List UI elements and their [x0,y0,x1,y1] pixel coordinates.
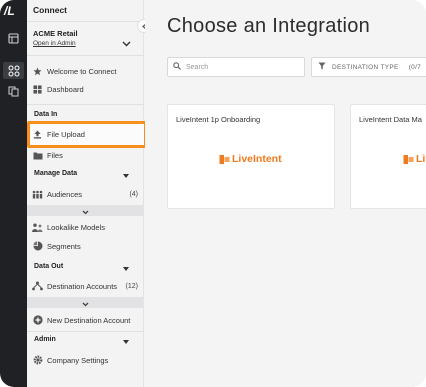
card-title: LiveIntent 1p Onboarding [176,115,261,124]
filter-count: (0/7 [408,63,422,71]
section-data-in: Data In [34,111,58,118]
sidebar-item-label: Lookalike Models [47,222,105,232]
integration-card[interactable]: LiveIntent Data Ma Liv [350,104,426,209]
liveintent-mark-icon [219,154,230,165]
expand-audiences-button[interactable] [27,205,143,216]
sidebar-item-company-settings[interactable]: Company Settings [27,351,143,369]
dashboard-icon [32,84,43,95]
sidebar-item-label: Welcome to Connect [47,66,117,76]
liveintent-logo: LiveIntent [219,153,282,165]
open-in-admin-link[interactable]: Open in Admin [33,40,76,47]
app-window: /L Connect ACME Retail Open in Admin Wel… [0,0,426,387]
org-name: ACME Retail [33,29,78,38]
divider [27,104,143,105]
page-title: Choose an Integration [167,15,371,37]
sidebar-item-audiences[interactable]: Audiences (4) [27,185,143,203]
main-content: Choose an Integration Search DESTINATION… [145,0,426,387]
sidebar-item-label: Company Settings [47,355,109,365]
sidebar-item-dashboard[interactable]: Dashboard [27,80,143,98]
sidebar-item-lookalike-models[interactable]: Lookalike Models [27,218,143,236]
chevron-down-icon[interactable] [122,34,131,52]
folder-icon [32,150,43,161]
expand-destinations-button[interactable] [27,297,143,308]
sidebar-item-label: Files [47,150,63,160]
brand-name: Liv [416,153,426,165]
divider [27,55,143,56]
gear-icon [32,355,43,366]
chevron-down-icon [82,202,89,220]
star-icon [32,66,43,77]
liveintent-logo: Liv [403,153,426,165]
sidebar-item-label: Segments [47,241,81,251]
filter-icon [318,62,326,72]
card-title: LiveIntent Data Ma [359,115,422,124]
connect-icon[interactable] [3,62,24,79]
sidebar-title: Connect [33,5,67,15]
destination-type-filter[interactable]: DESTINATION TYPE (0/7 [311,57,426,77]
sidebar-item-new-destination-account[interactable]: New Destination Account [27,311,143,329]
database-icon[interactable] [7,32,20,45]
sidebar-item-segments[interactable]: Segments [27,237,143,255]
upload-icon [32,129,43,140]
sidebar-item-label: File Upload [47,129,85,139]
liveintent-mark-icon [403,154,414,165]
sidebar-item-label: Destination Accounts [47,281,118,291]
sidebar-item-label: Dashboard [47,84,84,94]
sidebar-item-welcome[interactable]: Welcome to Connect [27,62,143,80]
divider [27,21,143,22]
app-rail: /L [0,0,27,387]
lookalike-icon [32,222,43,233]
brand-name: LiveIntent [232,153,282,165]
sidebar-item-label: Audiences [47,189,83,199]
destination-icon [32,281,43,292]
audiences-icon [32,189,43,200]
filter-label: DESTINATION TYPE [332,63,399,71]
sidebar-item-label: New Destination Account [47,315,131,325]
chevron-down-icon [82,294,89,312]
logo: /L [4,4,15,18]
integration-card[interactable]: LiveIntent 1p Onboarding LiveIntent [167,104,335,209]
audiences-count: (4) [129,190,138,198]
reports-icon[interactable] [7,85,20,98]
destination-accounts-count: (12) [125,282,138,290]
sidebar-item-files[interactable]: Files [27,146,143,164]
search-icon [173,62,181,72]
plus-circle-icon [32,315,43,326]
sidebar-item-destination-accounts[interactable]: Destination Accounts (12) [27,277,143,295]
search-input[interactable]: Search [167,57,305,77]
search-placeholder: Search [186,63,209,71]
pie-icon [32,241,43,252]
sidebar-item-file-upload[interactable]: File Upload [27,125,143,143]
